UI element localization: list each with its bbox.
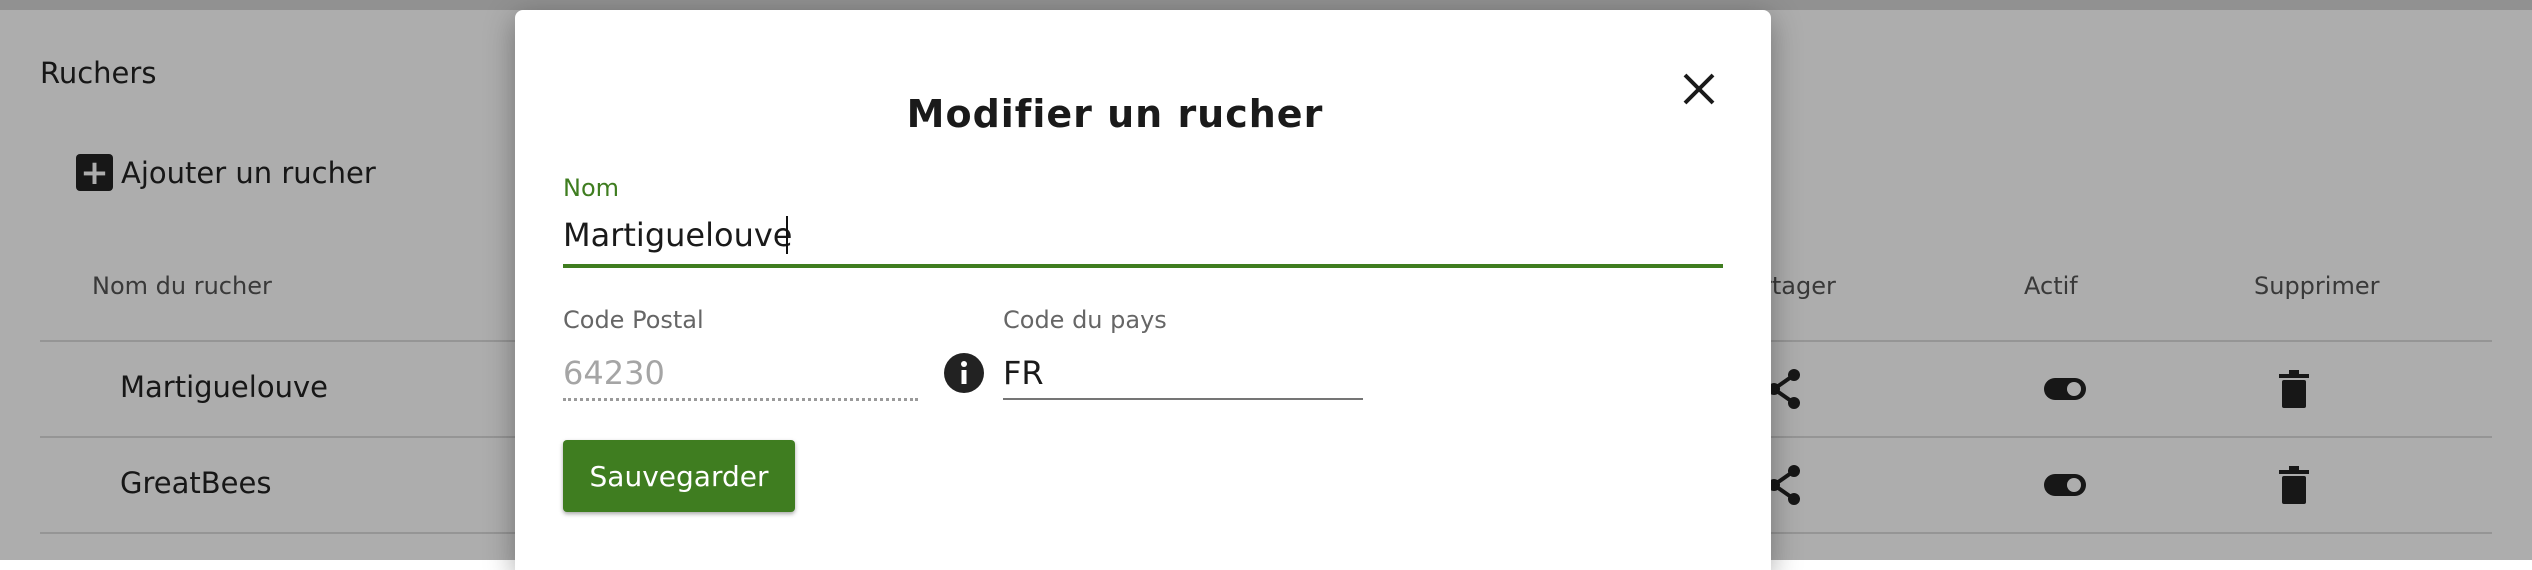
- code-postal-label: Code Postal: [563, 306, 704, 334]
- save-button[interactable]: Sauvegarder: [563, 440, 795, 512]
- info-icon[interactable]: [943, 352, 985, 394]
- edit-apiary-dialog: Modifier un rucher Nom Code Postal Code …: [515, 10, 1771, 570]
- close-icon: [1683, 73, 1715, 105]
- nom-underline: [563, 264, 1723, 268]
- close-button[interactable]: [1675, 65, 1723, 113]
- code-pays-input[interactable]: [1003, 348, 1363, 398]
- text-caret: [786, 216, 788, 254]
- nom-label: Nom: [563, 174, 620, 202]
- nom-input[interactable]: [563, 210, 1723, 260]
- code-postal-underline: [563, 398, 918, 401]
- code-pays-underline: [1003, 398, 1363, 400]
- code-postal-input: [563, 348, 918, 398]
- code-pays-label: Code du pays: [1003, 306, 1167, 334]
- dialog-title: Modifier un rucher: [906, 92, 1324, 136]
